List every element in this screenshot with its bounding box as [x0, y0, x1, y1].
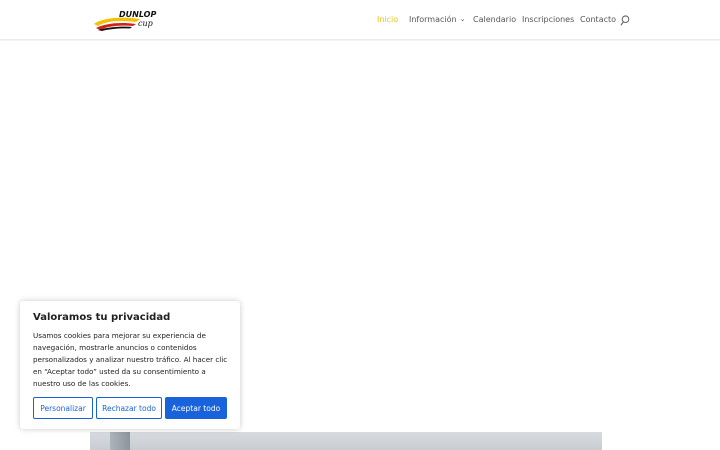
search-icon[interactable]	[620, 15, 630, 26]
nav-item-inicio[interactable]: Inicio	[377, 14, 398, 26]
cookie-consent-banner: Valoramos tu privacidad Usamos cookies p…	[20, 301, 240, 429]
cookie-banner-description: Usamos cookies para mejorar su experienc…	[33, 331, 228, 388]
cookie-banner-title: Valoramos tu privacidad	[33, 312, 171, 323]
main-navigation: Inicio Información ⌄ Calendario Inscripci…	[0, 14, 720, 28]
site-header: DUNLOP cup Inicio Información ⌄ Calendari…	[0, 0, 720, 40]
nav-item-informacion-label: Información	[409, 15, 457, 24]
nav-item-inscripciones[interactable]: Inscripciones	[522, 14, 574, 26]
nav-item-informacion[interactable]: Información ⌄	[409, 14, 465, 26]
reject-all-button[interactable]: Rechazar todo	[96, 397, 162, 419]
customize-button[interactable]: Personalizar	[33, 397, 93, 419]
nav-item-calendario[interactable]: Calendario	[473, 14, 516, 26]
nav-item-contacto[interactable]: Contacto	[580, 14, 616, 26]
chevron-down-icon: ⌄	[459, 15, 466, 23]
hero-image-building	[110, 432, 130, 450]
hero-image	[90, 432, 602, 450]
accept-all-button[interactable]: Aceptar todo	[165, 397, 227, 419]
